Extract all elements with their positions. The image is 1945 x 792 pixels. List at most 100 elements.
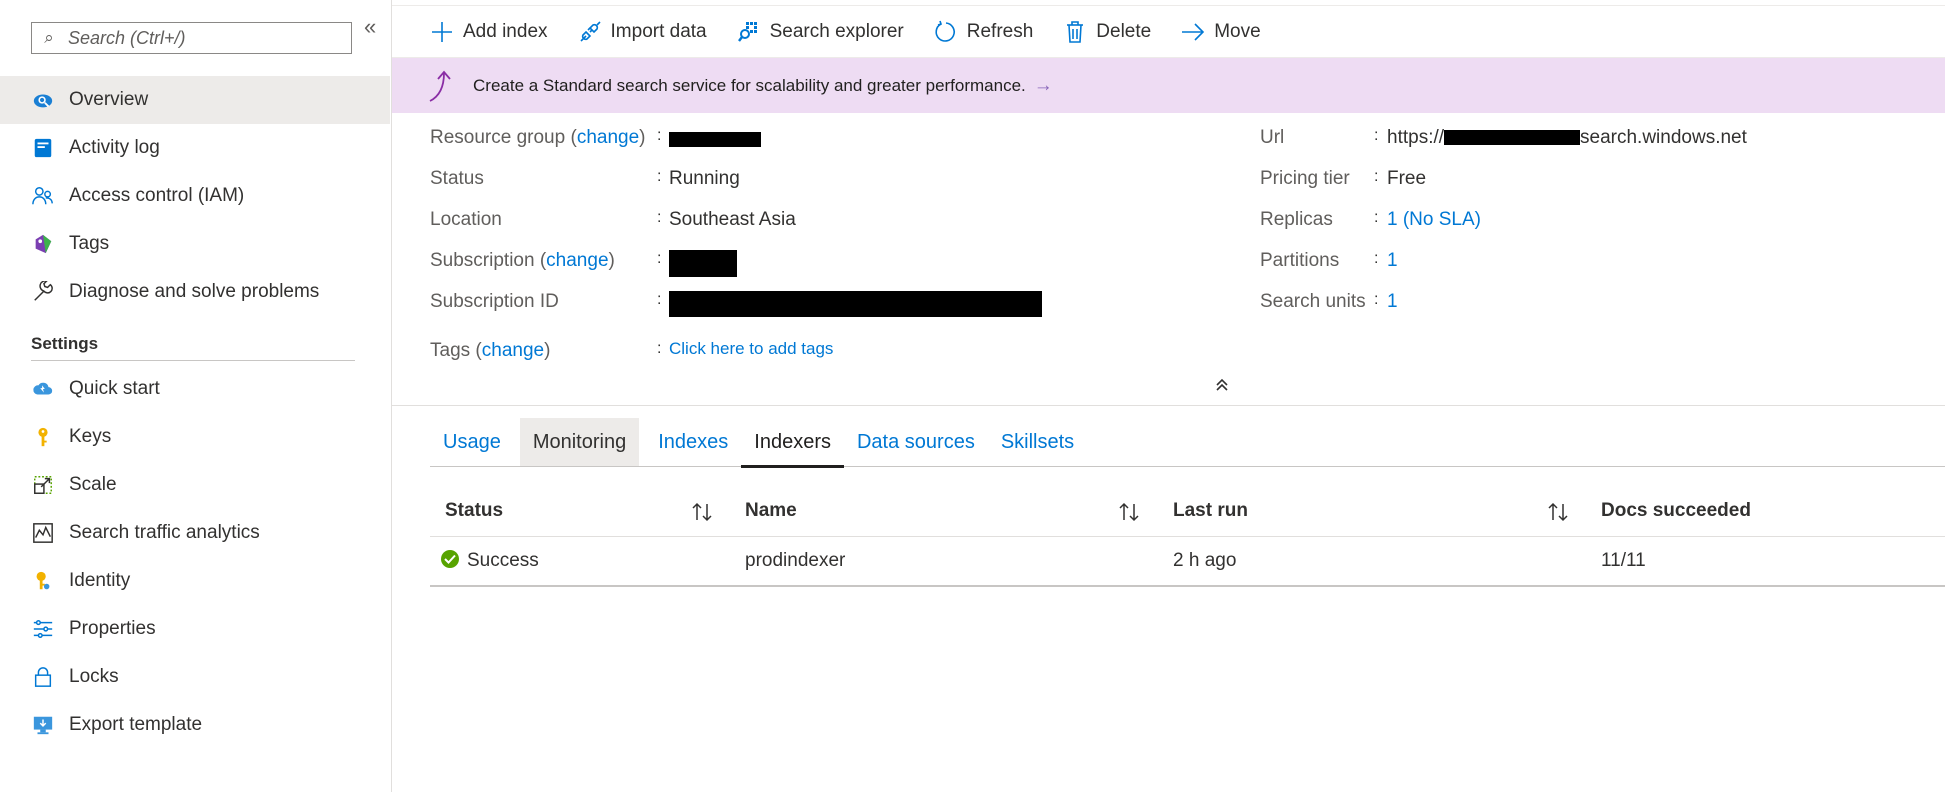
url-value[interactable]: https://search.windows.net [1387,127,1747,149]
search-explorer-label: Search explorer [769,20,904,42]
docs-succeeded-cell: 11/11 [1601,550,1646,571]
tag-icon [31,232,55,256]
plus-icon [432,21,452,42]
tab-monitoring[interactable]: Monitoring [519,418,640,466]
resource-group-label: Resource group (change) [430,127,646,148]
menu-item-label: Scale [69,474,117,495]
partitions-link[interactable]: 1 [1387,250,1398,272]
sort-icon[interactable] [690,500,714,524]
location-row: Location [430,205,502,235]
add-index-button[interactable]: Add index [430,20,548,44]
add-tags-link[interactable]: Click here to add tags [669,339,833,359]
colon: : [657,168,662,185]
tab-indexes[interactable]: Indexes [645,418,741,466]
table-header: Status Name Last run Docs succeeded [430,486,1945,537]
pricing-tier-value: Free [1387,168,1427,189]
column-header-name[interactable]: Name [745,486,797,536]
menu-item-label: Tags [69,233,110,254]
menu-item-label: Properties [69,618,156,639]
menu-item-identity[interactable]: Identity [0,557,390,605]
menu-item-diagnose[interactable]: Diagnose and solve problems [0,268,390,316]
trash-icon [1067,20,1084,43]
indexers-table: Status Name Last run Docs succeeded Succ… [430,486,1945,587]
menu-item-quick-start[interactable]: Quick start [0,365,390,413]
menu-item-access-control[interactable]: Access control (IAM) [0,172,390,220]
status-label: Status [430,168,484,189]
menu-item-keys[interactable]: Keys [0,413,390,461]
colon: : [657,340,662,357]
identity-key-icon [31,569,55,593]
upgrade-arrow-icon [429,70,451,102]
menu-item-search-traffic[interactable]: Search traffic analytics [0,509,390,557]
refresh-icon [935,20,955,42]
subscription-row: Subscription (change) [430,246,615,276]
partitions-row: Partitions [1260,246,1339,276]
sort-icon[interactable] [1546,500,1570,524]
settings-section-title: Settings [31,334,99,353]
colon: : [1374,127,1379,144]
menu-item-scale[interactable]: Scale [0,461,390,509]
url-redacted [1444,130,1581,146]
plug-icon [579,20,601,42]
search-units-link[interactable]: 1 [1387,291,1398,313]
properties-icon [31,617,55,641]
success-check-icon [441,549,459,568]
banner-arrow-icon: → [1033,74,1053,96]
column-header-status[interactable]: Status [445,486,503,536]
command-bar: Add index Import data Search explorer Re… [392,6,1945,58]
tab-usage[interactable]: Usage [430,418,514,466]
replicas-link[interactable]: 1 (No SLA) [1387,209,1481,231]
table-row[interactable]: Success prodindexer 2 h ago 11/11 [430,537,1945,587]
status-cell: Success [441,537,539,585]
search-explorer-button[interactable]: Search explorer [737,20,904,44]
upgrade-banner[interactable]: Create a Standard search service for sca… [392,58,1945,113]
subscription-label: Subscription (change) [430,250,615,271]
menu-item-export-template[interactable]: Export template [0,701,390,749]
move-label: Move [1214,20,1261,42]
column-header-last-run[interactable]: Last run [1173,486,1248,536]
menu-item-activity-log[interactable]: Activity log [0,124,390,172]
refresh-button[interactable]: Refresh [934,20,1034,44]
tab-indexers[interactable]: Indexers [741,418,844,468]
resource-menu: ⌕ « Overview Activity log Access control… [0,0,392,792]
menu-item-label: Activity log [69,137,160,158]
resource-group-change-link[interactable]: change [577,127,639,148]
menu-item-tags[interactable]: Tags [0,220,390,268]
tab-skillsets[interactable]: Skillsets [988,418,1087,466]
last-run-cell: 2 h ago [1173,550,1237,571]
move-button[interactable]: Move [1181,20,1261,44]
url-row: Url [1260,123,1284,153]
collapse-menu-icon[interactable]: « [364,14,376,40]
subscription-id-row: Subscription ID [430,287,559,317]
resource-group-row: Resource group (change) [430,123,645,153]
menu-search-box[interactable]: ⌕ [31,22,352,54]
sort-icon[interactable] [1117,500,1141,524]
import-data-button[interactable]: Import data [578,20,707,44]
menu-item-label: Access control (IAM) [69,185,245,206]
menu-item-locks[interactable]: Locks [0,653,390,701]
export-template-icon [31,713,55,737]
banner-text: Create a Standard search service for sca… [473,75,1026,95]
menu-search-input[interactable] [66,26,340,50]
search-explorer-icon [737,21,757,42]
colon: : [657,127,662,144]
lock-icon [31,665,55,689]
tags-change-link[interactable]: change [482,340,544,361]
url-label: Url [1260,127,1285,148]
colon: : [1374,250,1379,267]
subscription-change-link[interactable]: change [546,250,608,271]
cloud-icon [31,377,55,401]
refresh-label: Refresh [966,20,1034,42]
replicas-row: Replicas [1260,205,1333,235]
menu-item-properties[interactable]: Properties [0,605,390,653]
menu-item-label: Locks [69,666,119,687]
menu-item-label: Identity [69,570,131,591]
collapse-essentials-icon[interactable] [1214,377,1230,393]
menu-item-overview[interactable]: Overview [0,76,390,124]
replicas-label: Replicas [1260,209,1333,230]
status-value: Running [669,168,740,189]
column-header-docs-succeeded[interactable]: Docs succeeded [1601,486,1751,536]
delete-button[interactable]: Delete [1063,20,1151,44]
menu-item-label: Export template [69,714,203,735]
tab-data-sources[interactable]: Data sources [844,418,988,466]
